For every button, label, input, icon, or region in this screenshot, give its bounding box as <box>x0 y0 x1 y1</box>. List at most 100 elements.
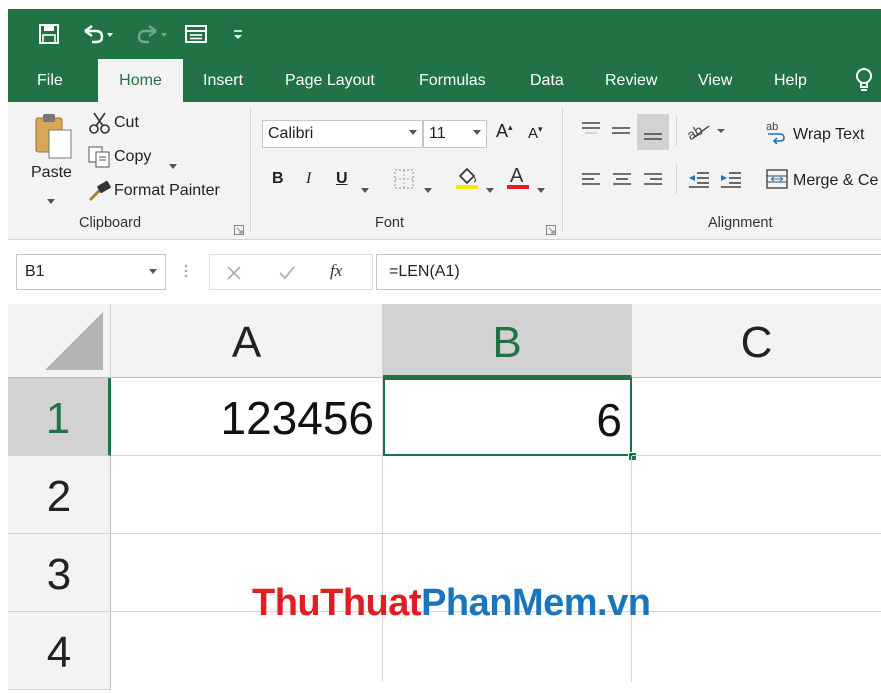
font-color-dropdown-icon[interactable] <box>537 179 545 198</box>
svg-text:ab: ab <box>687 121 706 142</box>
watermark-logo: ThuThuatPhanMem.vn <box>252 582 651 625</box>
row-header-4[interactable]: 4 <box>8 612 111 690</box>
increase-indent-icon[interactable] <box>719 170 743 194</box>
redo-icon[interactable] <box>134 23 168 45</box>
format-painter-button[interactable]: Format Painter <box>114 182 220 200</box>
copy-button[interactable]: Copy <box>114 148 151 166</box>
enter-check-icon[interactable] <box>278 264 296 290</box>
tab-data[interactable]: Data <box>530 59 564 102</box>
name-box-value: B1 <box>25 263 45 280</box>
paste-dropdown-icon[interactable] <box>47 190 55 209</box>
copy-icon[interactable] <box>88 146 112 172</box>
cut-icon[interactable] <box>88 111 112 139</box>
row-header-2[interactable]: 2 <box>8 456 111 534</box>
copy-dropdown-icon[interactable] <box>169 155 177 174</box>
alignment-group-label: Alignment <box>708 215 773 231</box>
formula-bar: B1 fx =LEN(A1) <box>8 246 881 296</box>
borders-dropdown-icon[interactable] <box>424 179 432 198</box>
tab-file[interactable]: File <box>37 59 63 102</box>
ribbon-tabs: File Home Insert Page Layout Formulas Da… <box>8 59 881 102</box>
cell-c3[interactable] <box>632 534 881 612</box>
underline-dropdown-icon[interactable] <box>361 179 369 198</box>
row-header-3[interactable]: 3 <box>8 534 111 612</box>
cell-a2[interactable] <box>111 456 383 534</box>
fill-color-icon[interactable] <box>454 164 480 194</box>
wrap-text-icon[interactable]: ab <box>766 120 788 148</box>
cell-b1-selected[interactable]: 6 <box>383 378 632 456</box>
formula-text: =LEN(A1) <box>389 263 460 280</box>
title-bar <box>8 9 881 59</box>
worksheet-grid: A B C 1 2 3 4 123456 6 <box>8 304 881 690</box>
column-header-c[interactable]: C <box>632 304 881 378</box>
svg-text:ab: ab <box>766 121 778 133</box>
tab-review[interactable]: Review <box>605 59 657 102</box>
undo-icon[interactable] <box>80 23 114 45</box>
decrease-font-icon[interactable]: A▾ <box>528 124 543 142</box>
svg-text:A: A <box>510 165 524 187</box>
font-launcher-icon[interactable] <box>546 220 556 239</box>
align-center-icon[interactable] <box>611 170 633 194</box>
tab-home[interactable]: Home <box>98 59 183 102</box>
watermark-part-2: PhanMem <box>421 582 598 624</box>
watermark-part-1: ThuThuat <box>252 582 422 624</box>
decrease-indent-icon[interactable] <box>687 170 711 194</box>
tab-view[interactable]: View <box>698 59 732 102</box>
clipboard-group-label: Clipboard <box>79 215 142 231</box>
top-align-icon[interactable] <box>580 120 602 144</box>
save-icon[interactable] <box>38 23 60 45</box>
ribbon-separator <box>676 116 677 146</box>
name-box[interactable]: B1 <box>16 254 166 290</box>
format-painter-icon[interactable] <box>88 180 112 206</box>
cell-c1[interactable] <box>632 378 881 456</box>
watermark-part-3: .vn <box>597 582 651 624</box>
cell-a1[interactable]: 123456 <box>111 378 383 456</box>
font-name-select[interactable]: Calibri <box>262 120 423 148</box>
fill-dropdown-icon[interactable] <box>486 179 494 198</box>
merge-center-button[interactable]: Merge & Ce <box>793 172 878 190</box>
ribbon-separator <box>676 164 677 194</box>
cell-c2[interactable] <box>632 456 881 534</box>
cell-c4[interactable] <box>632 612 881 682</box>
tab-help[interactable]: Help <box>774 59 807 102</box>
borders-icon[interactable] <box>393 168 415 194</box>
lightbulb-icon[interactable] <box>854 58 874 101</box>
paste-icon[interactable] <box>32 112 74 164</box>
cut-button[interactable]: Cut <box>114 114 139 132</box>
formula-input[interactable]: =LEN(A1) <box>376 254 881 290</box>
tab-insert[interactable]: Insert <box>203 59 243 102</box>
align-left-icon[interactable] <box>580 170 602 194</box>
ribbon-separator <box>250 108 251 232</box>
customize-icon[interactable] <box>232 23 244 45</box>
select-all-corner[interactable] <box>8 304 111 378</box>
chevron-down-icon <box>409 130 417 135</box>
underline-button[interactable]: U <box>336 170 348 188</box>
merge-icon[interactable] <box>766 168 788 194</box>
font-size-value: 11 <box>429 125 446 142</box>
orientation-icon[interactable]: ab <box>684 118 727 146</box>
align-right-icon[interactable] <box>642 170 664 194</box>
bold-button[interactable]: B <box>272 170 284 188</box>
wrap-text-button[interactable]: Wrap Text <box>793 126 864 144</box>
column-header-b[interactable]: B <box>383 304 632 378</box>
chevron-down-icon <box>473 130 481 135</box>
tab-page-layout[interactable]: Page Layout <box>285 59 375 102</box>
font-color-icon[interactable]: A <box>505 164 531 194</box>
increase-font-icon[interactable]: A▴ <box>496 121 513 142</box>
formula-controls: fx <box>209 254 373 290</box>
font-group-label: Font <box>375 215 405 231</box>
tab-formulas[interactable]: Formulas <box>419 59 486 102</box>
middle-align-icon[interactable] <box>610 120 632 144</box>
column-header-a[interactable]: A <box>111 304 383 378</box>
font-size-select[interactable]: 11 <box>423 120 487 148</box>
bottom-align-icon[interactable] <box>637 114 669 150</box>
row-header-1[interactable]: 1 <box>8 378 111 456</box>
cell-b2[interactable] <box>383 456 632 534</box>
italic-button[interactable]: I <box>306 170 311 188</box>
clipboard-launcher-icon[interactable] <box>234 220 244 239</box>
font-name-value: Calibri <box>268 125 314 142</box>
paste-button[interactable]: Paste <box>31 164 72 182</box>
form-icon[interactable] <box>184 23 208 45</box>
chevron-down-icon <box>149 269 157 274</box>
insert-function-icon[interactable]: fx <box>330 258 342 284</box>
cancel-icon[interactable] <box>226 264 242 290</box>
